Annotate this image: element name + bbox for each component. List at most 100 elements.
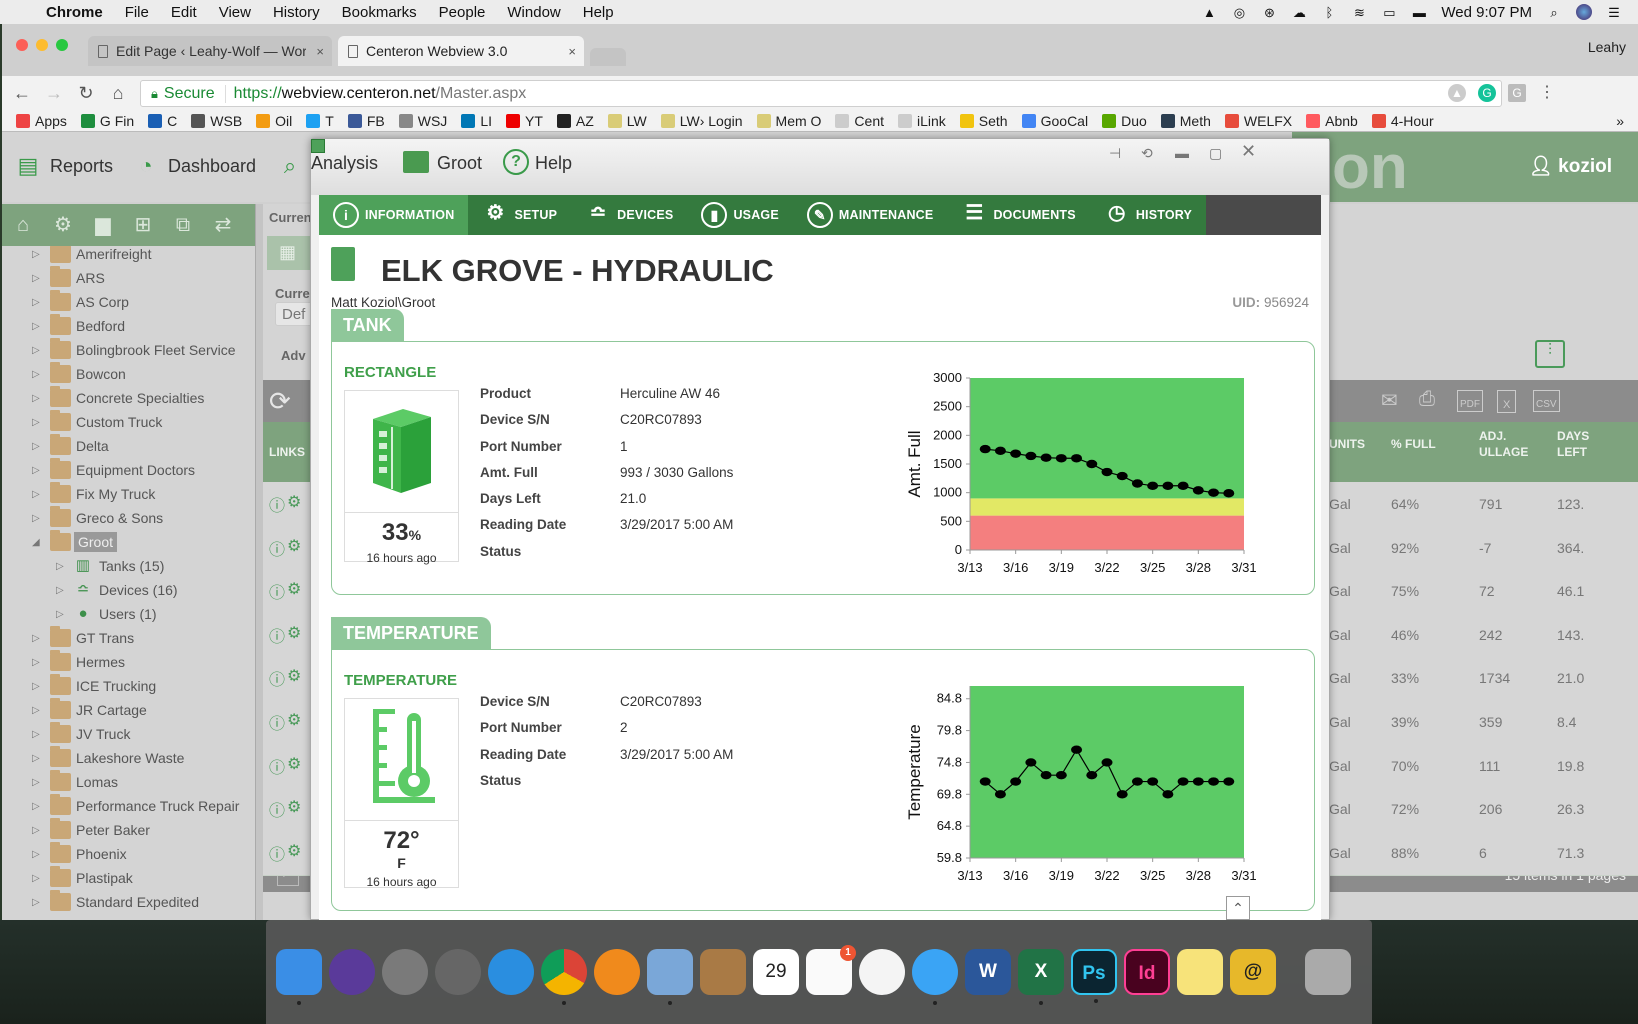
expand-icon[interactable]: ▷ bbox=[32, 297, 40, 308]
window-titlebar[interactable]: Analysis Groot ? Help ⊣ ⟲ ▬ ▢ ✕ bbox=[311, 139, 1329, 195]
close-window-button[interactable] bbox=[16, 39, 28, 51]
zoom-window-button[interactable] bbox=[56, 39, 68, 51]
info-icon[interactable]: ⓘ bbox=[269, 492, 285, 516]
home-icon[interactable]: ⌂ bbox=[10, 212, 36, 238]
close-tab-icon[interactable]: × bbox=[316, 44, 324, 59]
dock-messages-icon[interactable] bbox=[912, 949, 958, 1005]
tree-item[interactable]: ▷ Delta bbox=[2, 434, 255, 458]
gear-icon[interactable]: ⚙ bbox=[287, 666, 301, 686]
expand-icon[interactable]: ▷ bbox=[32, 801, 40, 812]
add-folder-icon[interactable]: ⊞ bbox=[130, 212, 156, 238]
expand-icon[interactable]: ▷ bbox=[32, 873, 40, 884]
advanced-label[interactable]: Adv bbox=[281, 348, 306, 363]
gear-icon[interactable]: ⚙ bbox=[287, 754, 301, 774]
expand-icon[interactable]: ▷ bbox=[56, 609, 64, 620]
nav-groot[interactable]: Groot bbox=[437, 153, 482, 174]
refresh-icon[interactable]: ⟳ bbox=[269, 386, 291, 417]
tree-subitem[interactable]: ▷ ≏ Devices (16) bbox=[2, 578, 255, 602]
clock[interactable]: Wed 9:07 PM bbox=[1441, 4, 1532, 21]
col-adj-ullage[interactable]: ADJ. ULLAGE bbox=[1479, 428, 1539, 460]
tree-item[interactable]: ▷ Bowcon bbox=[2, 362, 255, 386]
siri-icon[interactable] bbox=[1576, 4, 1592, 20]
creative-cloud-icon[interactable]: ⊛ bbox=[1261, 5, 1277, 20]
tab-usage[interactable]: ▮ USAGE bbox=[687, 195, 792, 235]
dock-ibooks-icon[interactable] bbox=[594, 949, 640, 995]
expand-icon[interactable]: ▷ bbox=[32, 417, 40, 428]
google-drive-icon[interactable]: ▲ bbox=[1201, 5, 1217, 20]
csv-export-icon[interactable]: CSV bbox=[1533, 390, 1560, 412]
drive-extension-icon[interactable]: ▲ bbox=[1448, 84, 1466, 102]
col-units[interactable]: UNITS bbox=[1329, 436, 1365, 452]
expand-icon[interactable]: ▷ bbox=[32, 633, 40, 644]
menu-history[interactable]: History bbox=[273, 4, 320, 21]
expand-icon[interactable]: ▷ bbox=[32, 369, 40, 380]
expand-icon[interactable]: ▷ bbox=[32, 489, 40, 500]
dock-calendar-icon[interactable]: 29 bbox=[753, 949, 799, 995]
bookmark-meth[interactable]: Meth bbox=[1160, 113, 1211, 129]
expand-icon[interactable]: ▷ bbox=[32, 897, 40, 908]
info-icon[interactable]: ⓘ bbox=[269, 536, 285, 560]
nav-analysis-label[interactable]: Analysis bbox=[311, 153, 378, 174]
dock-mail-lock-icon[interactable]: @ bbox=[1230, 949, 1276, 995]
tree-item[interactable]: ▷ Plastipak bbox=[2, 866, 255, 890]
info-icon[interactable]: ⓘ bbox=[269, 666, 285, 690]
expand-icon[interactable]: ▷ bbox=[56, 561, 64, 572]
tree-item[interactable]: ▷ Concrete Specialties bbox=[2, 386, 255, 410]
bookmark-mem-o[interactable]: Mem O bbox=[756, 113, 821, 129]
expand-icon[interactable]: ▷ bbox=[32, 441, 40, 452]
email-icon[interactable]: ✉ bbox=[1381, 388, 1398, 413]
bookmark-goocal[interactable]: GooCal bbox=[1021, 113, 1088, 129]
dock-launchpad-icon[interactable] bbox=[382, 949, 428, 995]
info-icon[interactable]: ⓘ bbox=[269, 797, 285, 821]
tree-item[interactable]: ◢ Groot bbox=[2, 530, 255, 554]
tab-information[interactable]: i INFORMATION bbox=[319, 195, 469, 235]
bookmark-wsb[interactable]: WSB bbox=[191, 113, 242, 129]
notification-center-icon[interactable]: ☰ bbox=[1606, 5, 1622, 20]
close-tab-icon[interactable]: × bbox=[568, 44, 576, 59]
scroll-to-top-button[interactable]: ⌃ bbox=[1226, 896, 1250, 920]
menu-view[interactable]: View bbox=[219, 4, 251, 21]
dock-photoshop-icon[interactable]: Ps bbox=[1071, 949, 1117, 1003]
expand-icon[interactable]: ▷ bbox=[32, 681, 40, 692]
col-links[interactable]: LINKS bbox=[269, 444, 305, 460]
bookmark-yt[interactable]: YT bbox=[506, 113, 543, 129]
nav-help[interactable]: Help bbox=[535, 153, 572, 174]
tree-item[interactable]: ▷ Performance Truck Repair bbox=[2, 794, 255, 818]
bookmark-apps[interactable]: Apps bbox=[16, 113, 67, 129]
excel-export-icon[interactable]: X bbox=[1497, 390, 1517, 413]
bookmarks-overflow-icon[interactable]: » bbox=[1616, 113, 1624, 129]
info-icon[interactable]: ⓘ bbox=[269, 579, 285, 603]
menu-app-name[interactable]: Chrome bbox=[46, 4, 103, 21]
tree-item[interactable]: ▷ Peter Baker bbox=[2, 818, 255, 842]
dock-preview-icon[interactable] bbox=[647, 949, 693, 1005]
dock-safari-icon[interactable] bbox=[488, 949, 534, 995]
expand-icon[interactable]: ▷ bbox=[32, 729, 40, 740]
expand-icon[interactable]: ▷ bbox=[32, 345, 40, 356]
tab-documents[interactable]: ☰ DOCUMENTS bbox=[947, 195, 1089, 235]
bookmark-welfx[interactable]: WELFX bbox=[1224, 113, 1292, 129]
new-tab-button[interactable] bbox=[590, 48, 626, 66]
dock-reminders-icon[interactable]: 1 bbox=[806, 945, 856, 995]
tree-item[interactable]: ▷ Amerifreight bbox=[2, 246, 255, 266]
back-icon[interactable]: ← bbox=[10, 83, 34, 104]
cloud-icon[interactable]: ☁ bbox=[1291, 5, 1307, 20]
tree-item[interactable]: ▷ Equipment Doctors bbox=[2, 458, 255, 482]
tree-item[interactable]: ▷ Standard Expedited bbox=[2, 890, 255, 914]
bookmark-cent[interactable]: Cent bbox=[835, 113, 884, 129]
gear-icon[interactable]: ⚙ bbox=[287, 841, 301, 861]
dock-indesign-icon[interactable]: Id bbox=[1124, 949, 1170, 995]
col-pct-full[interactable]: % FULL bbox=[1391, 436, 1436, 452]
bookmark-oil[interactable]: Oil bbox=[256, 113, 292, 129]
menu-window[interactable]: Window bbox=[507, 4, 560, 21]
bookmark-g-fin[interactable]: G Fin bbox=[80, 113, 134, 129]
gear-icon[interactable]: ⚙ bbox=[287, 579, 301, 599]
battery-icon[interactable]: ▬ bbox=[1411, 5, 1427, 20]
expand-icon[interactable]: ▷ bbox=[32, 321, 40, 332]
expand-icon[interactable]: ▷ bbox=[32, 777, 40, 788]
add-item-icon[interactable]: ⧉ bbox=[170, 212, 196, 238]
menu-bookmarks[interactable]: Bookmarks bbox=[342, 4, 417, 21]
expand-icon[interactable]: ▷ bbox=[32, 273, 40, 284]
tab-edit-page[interactable]: Edit Page ‹ Leahy-Wolf — Wor × bbox=[88, 36, 332, 66]
tab-devices[interactable]: ≏ DEVICES bbox=[571, 195, 687, 235]
expand-icon[interactable]: ▷ bbox=[32, 465, 40, 476]
